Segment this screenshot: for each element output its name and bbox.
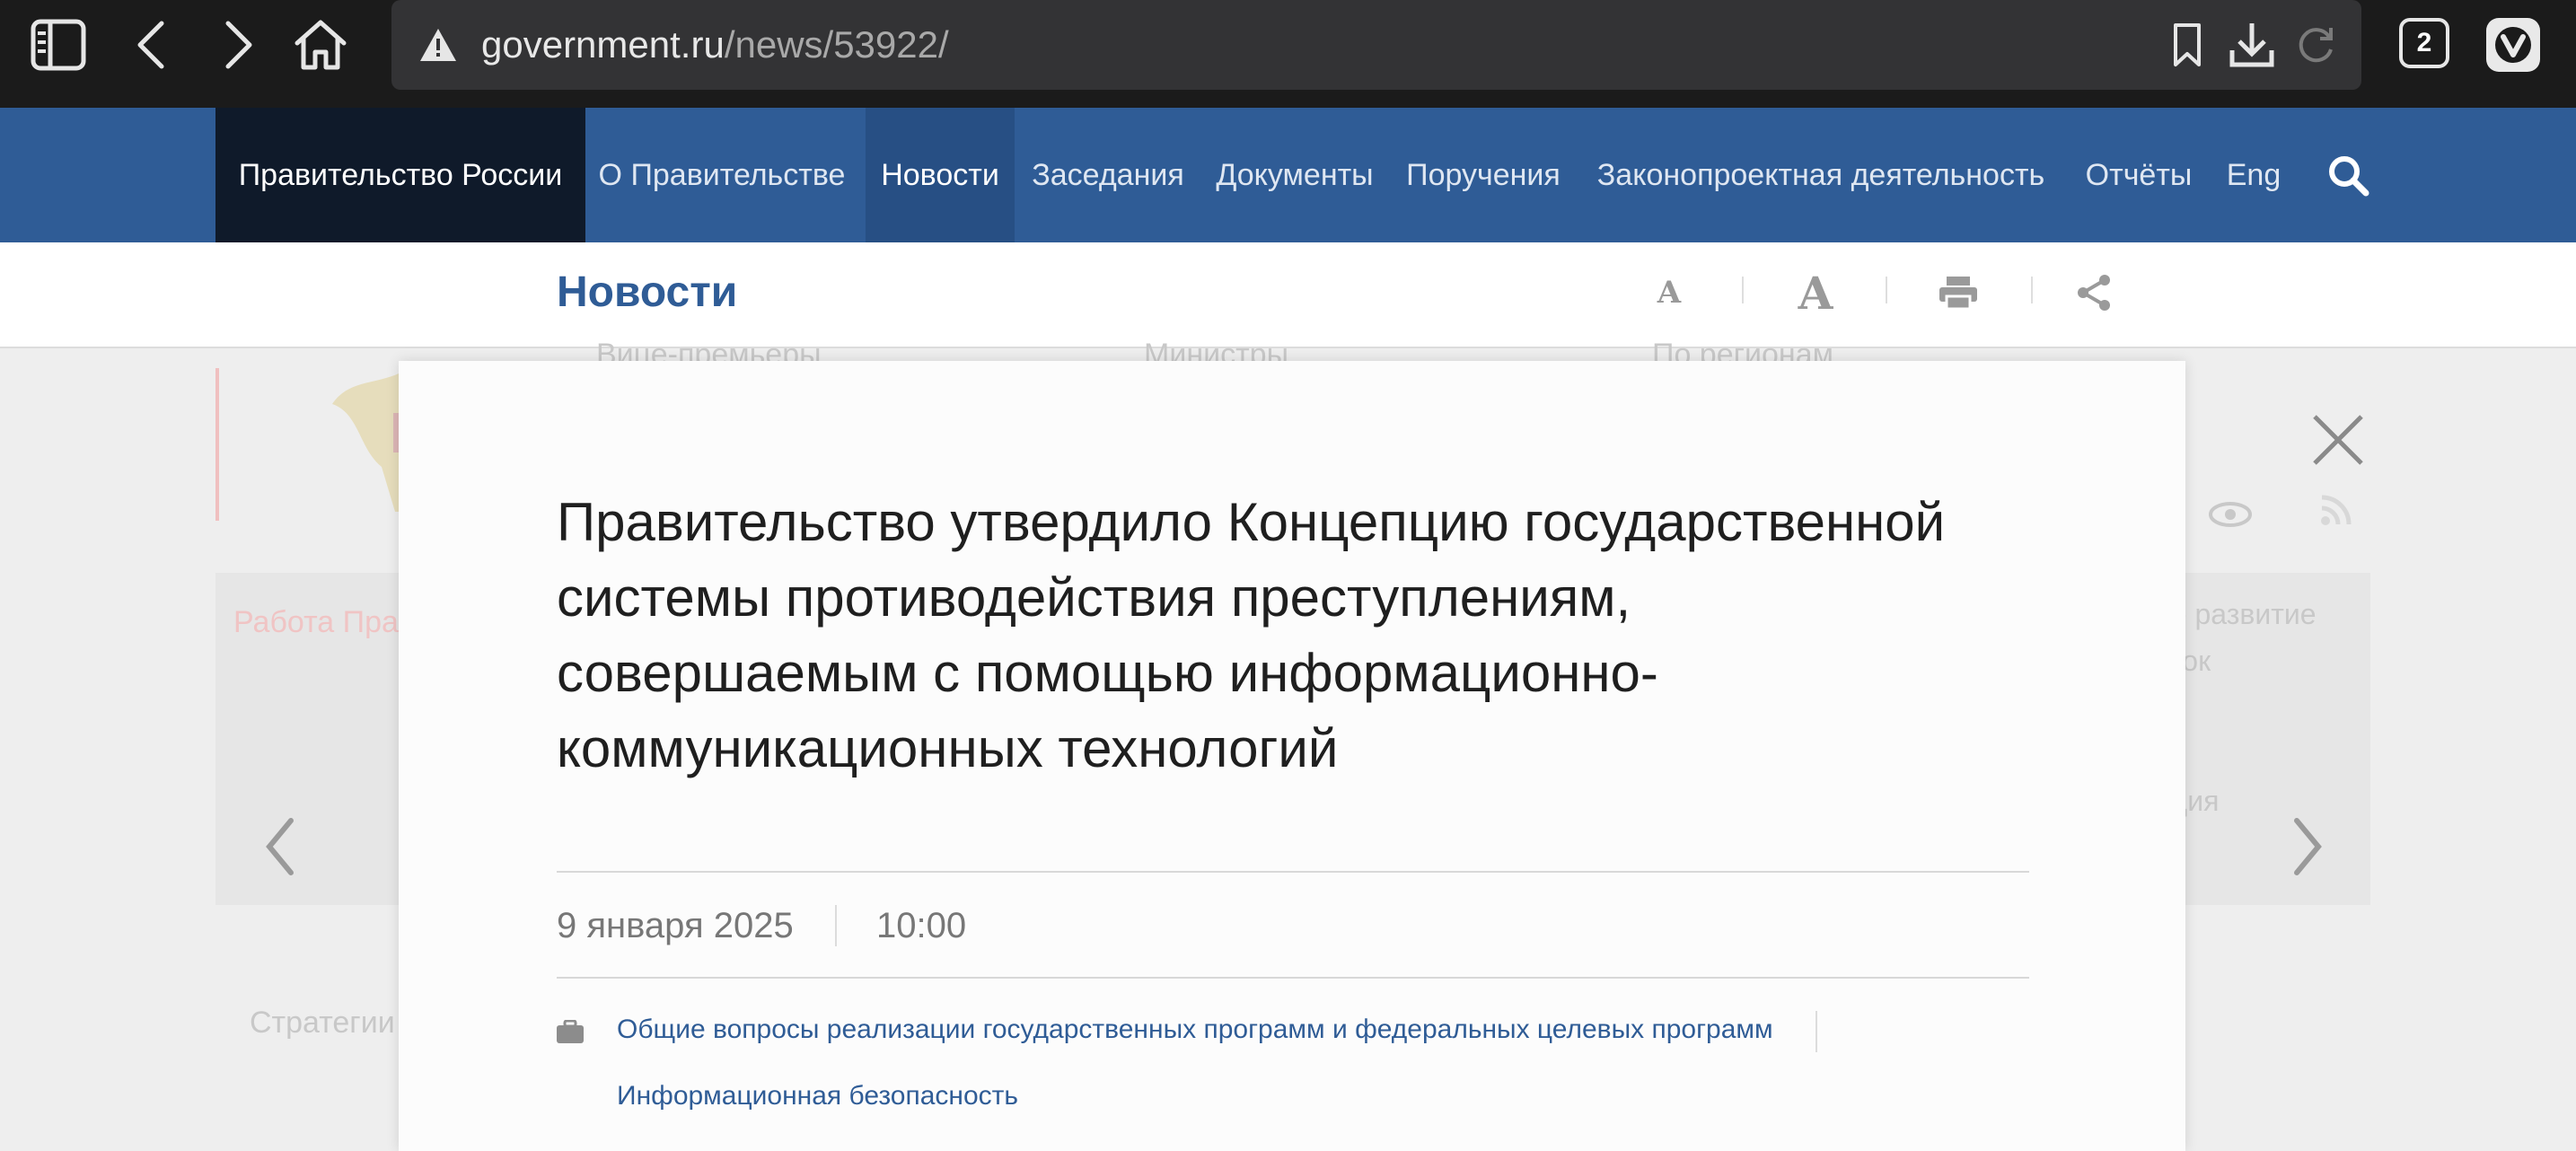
tool-divider — [1886, 277, 1887, 303]
url-host: government.ru — [481, 23, 725, 66]
nav-item-meetings[interactable]: Заседания — [1020, 108, 1196, 242]
vivaldi-logo[interactable] — [2486, 18, 2540, 72]
back-icon[interactable] — [126, 0, 176, 90]
divider — [557, 977, 2029, 979]
address-bar[interactable]: government.ru/news/53922/ — [391, 0, 2361, 90]
tag-link-information-security[interactable]: Информационная безопасность — [617, 1081, 1018, 1111]
section-title[interactable]: Новости — [557, 242, 737, 343]
bookmark-icon[interactable] — [2169, 0, 2205, 90]
site-navigation: Правительство России О Правительстве Нов… — [0, 108, 2576, 242]
nav-item-english[interactable]: Eng — [2218, 108, 2290, 242]
carousel-next-icon[interactable] — [2290, 815, 2325, 878]
warning-icon[interactable] — [418, 0, 458, 90]
tabs-counter-button[interactable]: 2 — [2399, 18, 2449, 68]
font-large-icon[interactable]: A — [1790, 242, 1841, 343]
reload-icon[interactable] — [2293, 0, 2338, 90]
share-icon[interactable] — [2074, 242, 2114, 343]
nav-item-reports[interactable]: Отчёты — [2069, 108, 2209, 242]
carousel-prev-icon[interactable] — [262, 815, 298, 878]
tag-divider — [1816, 1011, 1817, 1052]
briefcase-icon — [557, 1019, 584, 1043]
close-icon[interactable] — [2309, 411, 2367, 469]
bg-link-strategies: Стратегии — [250, 1006, 395, 1040]
nav-item-about[interactable]: О Правительстве — [587, 108, 857, 242]
article-title: Правительство утвердило Концепцию госуда… — [557, 492, 1946, 778]
home-icon[interactable] — [291, 0, 350, 90]
nav-item-instructions[interactable]: Поручения — [1394, 108, 1573, 242]
bg-link-work: Работа Пра — [233, 605, 399, 639]
accent-stripe — [215, 368, 219, 521]
meta-divider — [835, 905, 837, 946]
sidebar-icon[interactable] — [29, 0, 88, 90]
font-small-icon[interactable]: A — [1648, 242, 1690, 343]
browser-toolbar: government.ru/news/53922/ 2 — [0, 0, 2576, 108]
divider — [557, 871, 2029, 873]
nav-item-legislation[interactable]: Законопроектная деятельность — [1582, 108, 2060, 242]
url-path: /news/53922/ — [724, 23, 949, 66]
print-icon[interactable] — [1936, 242, 1981, 343]
rss-icon — [2320, 494, 2352, 526]
tool-divider — [1742, 277, 1744, 303]
forward-icon[interactable] — [214, 0, 264, 90]
eye-icon — [2209, 501, 2252, 528]
nav-item-documents[interactable]: Документы — [1205, 108, 1385, 242]
nav-brand-government[interactable]: Правительство России — [215, 108, 585, 242]
nav-item-news[interactable]: Новости — [866, 108, 1015, 242]
section-header: Новости A A — [0, 242, 2576, 348]
tool-divider — [2031, 277, 2033, 303]
article-date: 9 января 2025 — [557, 906, 794, 945]
download-icon[interactable] — [2227, 0, 2277, 90]
tag-link-government-programs[interactable]: Общие вопросы реализации государственных… — [617, 1015, 1773, 1045]
article-time: 10:00 — [876, 906, 967, 945]
url-text[interactable]: government.ru/news/53922/ — [481, 0, 949, 90]
search-icon[interactable] — [2317, 108, 2379, 242]
